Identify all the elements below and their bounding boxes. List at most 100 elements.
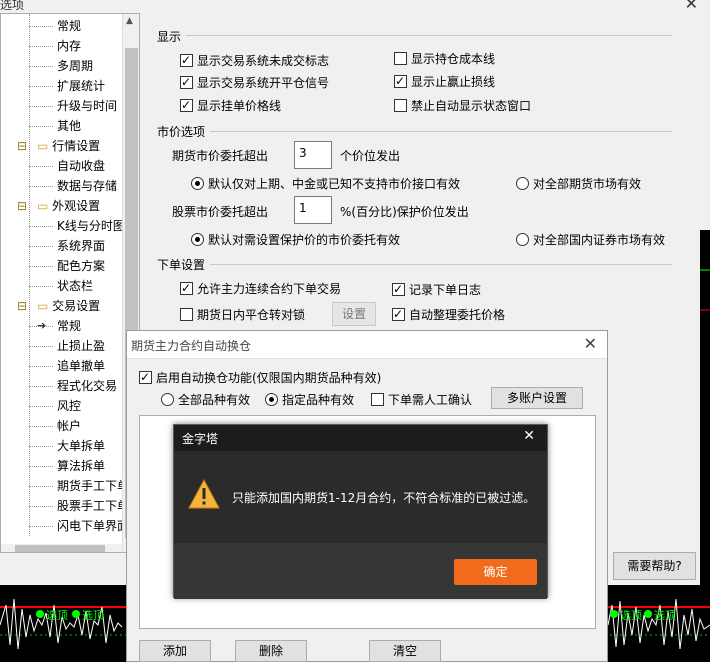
tree-item-label: K线与分时图 <box>57 219 125 233</box>
tree-connector <box>29 106 53 107</box>
tree-item-label: 程式化交易 <box>57 379 118 393</box>
tree-item[interactable]: 大单拆单 <box>57 436 105 456</box>
chart-edge-lines <box>700 269 710 311</box>
tree-item[interactable]: 常规 <box>57 16 81 36</box>
tree-connector <box>29 426 53 427</box>
tree-item[interactable]: 风控 <box>57 396 81 416</box>
tree-item-label: 状态栏 <box>57 279 94 293</box>
alert-title: 金字塔 <box>182 432 219 446</box>
tree-item-label: 外观设置 <box>52 199 101 213</box>
tree-connector <box>29 66 53 67</box>
radio-all-products[interactable]: 全部品种有效 <box>161 391 250 409</box>
tree-connector <box>29 86 53 87</box>
section-divider <box>186 35 672 36</box>
stock-radio-default[interactable]: 默认对需设置保护价的市价委托有效 <box>191 231 400 249</box>
collapse-icon[interactable]: ⊟ <box>17 196 37 216</box>
add-button[interactable]: 添加 <box>139 640 211 662</box>
manual-confirm-checkbox[interactable]: 下单需人工确认 <box>371 391 472 409</box>
tree-item[interactable]: 自动收盘 <box>57 156 105 176</box>
tree-connector <box>29 166 53 167</box>
scroll-up-icon[interactable]: ▲ <box>126 16 133 26</box>
alert-body: 只能添加国内期货1-12月合约，不符合标准的已被过滤。 <box>174 451 547 543</box>
tree-item-label: 常规 <box>57 319 82 333</box>
lock-settings-button[interactable]: 设置 <box>332 302 376 326</box>
tree-item[interactable]: 股票手工下单 <box>57 496 129 516</box>
tree-item-label: 自动收盘 <box>57 159 106 173</box>
alert-dialog: 金字塔 ✕ 只能添加国内期货1-12月合约，不符合标准的已被过滤。 确定 <box>173 424 548 599</box>
tree-connector <box>29 266 53 267</box>
order-option-auto-price[interactable]: 自动整理委托价格 <box>392 305 505 324</box>
tree-connector <box>29 226 53 227</box>
tree-connector <box>29 366 53 367</box>
tree-item-label: 期货手工下单 <box>57 479 130 493</box>
folder-icon: ▭ <box>37 299 53 313</box>
tree-item-label: 止损止盈 <box>57 339 106 353</box>
section-divider <box>210 264 672 265</box>
tree-item[interactable]: 追单撤单 <box>57 356 105 376</box>
tree-connector <box>29 286 53 287</box>
close-icon[interactable]: ✕ <box>685 0 698 13</box>
tree-connector <box>29 486 53 487</box>
collapse-icon[interactable]: ⊟ <box>17 136 37 156</box>
tree-item[interactable]: 状态栏 <box>57 276 93 296</box>
order-option-main-contract[interactable]: 允许主力连续合约下单交易 <box>180 279 341 298</box>
tree-item[interactable]: 数据与存储 <box>57 176 117 196</box>
enable-rollover-checkbox[interactable]: 启用自动换仓功能(仅限国内期货品种有效) <box>139 368 381 387</box>
tree-connector <box>29 406 53 407</box>
need-help-button[interactable]: 需要帮助? <box>613 552 696 580</box>
tree-item[interactable]: 期货手工下单 <box>57 476 129 496</box>
display-option-unfilled-mark[interactable]: 显示交易系统未成交标志 <box>180 51 329 70</box>
clear-button[interactable]: 清空 <box>369 640 441 662</box>
scrollbar-thumb[interactable] <box>15 545 105 552</box>
tree-item[interactable]: 升级与时间 <box>57 96 117 116</box>
chart-edge <box>700 230 710 585</box>
tree-item[interactable]: 算法拆单 <box>57 456 105 476</box>
order-option-log[interactable]: 记录下单日志 <box>392 280 481 299</box>
multi-account-button[interactable]: 多账户设置 <box>491 387 583 409</box>
tree-item[interactable]: 扩展统计 <box>57 76 105 96</box>
display-option-disable-status-window[interactable]: 禁止自动显示状态窗口 <box>394 97 531 115</box>
display-section-title: 显示 <box>157 30 182 44</box>
tree-connector <box>29 386 53 387</box>
alert-footer: 确定 <box>174 543 547 599</box>
close-icon[interactable]: ✕ <box>584 334 597 353</box>
ok-button[interactable]: 确定 <box>454 559 537 585</box>
tree-item-label: 交易设置 <box>52 299 101 313</box>
tree-item[interactable]: K线与分时图 <box>57 216 125 236</box>
tree-connector <box>29 466 53 467</box>
display-option-stop-lines[interactable]: 显示止赢止损线 <box>394 72 495 91</box>
display-option-cost-line[interactable]: 显示持仓成本线 <box>394 50 495 68</box>
tree-item[interactable]: 多周期 <box>57 56 93 76</box>
tree-item[interactable]: 常规 <box>57 316 81 336</box>
display-option-signals[interactable]: 显示交易系统开平仓信号 <box>180 73 329 92</box>
order-option-lock[interactable]: 期货日内平仓转对锁 <box>180 306 305 324</box>
tree-item[interactable]: 内存 <box>57 36 81 56</box>
tree-item[interactable]: 系统界面 <box>57 236 105 256</box>
tree-connector <box>29 506 53 507</box>
section-divider <box>210 131 672 132</box>
tree-item[interactable]: 闪电下单界面 <box>57 516 129 536</box>
tree-item-label: 升级与时间 <box>57 99 118 113</box>
tree-horizontal-scrollbar[interactable] <box>1 544 122 552</box>
tree-item[interactable]: 程式化交易 <box>57 376 117 396</box>
tree-item[interactable]: 止损止盈 <box>57 336 105 356</box>
chart-label: 选顶 <box>654 609 676 622</box>
futures-ticks-input[interactable]: 3 <box>294 141 332 169</box>
stock-percent-input[interactable]: 1 <box>294 196 332 224</box>
tree-item-label: 大单拆单 <box>57 439 106 453</box>
close-icon[interactable]: ✕ <box>523 428 535 444</box>
collapse-icon[interactable]: ⊟ <box>17 296 37 316</box>
tree-item[interactable]: 其他 <box>57 116 81 136</box>
radio-specified-products[interactable]: 指定品种有效 <box>265 391 354 409</box>
tree-item[interactable]: 帐户 <box>57 416 81 436</box>
display-option-pending-price-line[interactable]: 显示挂单价格线 <box>180 96 281 115</box>
tree-item[interactable]: 配色方案 <box>57 256 105 276</box>
futures-radio-default[interactable]: 默认仅对上期、中金或已知不支持市价接口有效 <box>191 175 460 193</box>
stock-radio-all[interactable]: 对全部国内证券市场有效 <box>516 231 665 249</box>
delete-button[interactable]: 删除 <box>235 640 307 662</box>
tree-connector <box>29 14 30 536</box>
stock-percent-unit: %(百分比)保护价位发出 <box>340 205 469 219</box>
settings-tree[interactable]: 常规 内存 多周期 扩展统计 升级与时间 其他 ⊟ ▭ 行情设置 自动收盘 数据与存储 ⊟ ▭ 外观设… <box>0 13 140 553</box>
futures-radio-all[interactable]: 对全部期货市场有效 <box>516 175 641 193</box>
selected-arrow-icon: ➔ <box>37 319 47 332</box>
